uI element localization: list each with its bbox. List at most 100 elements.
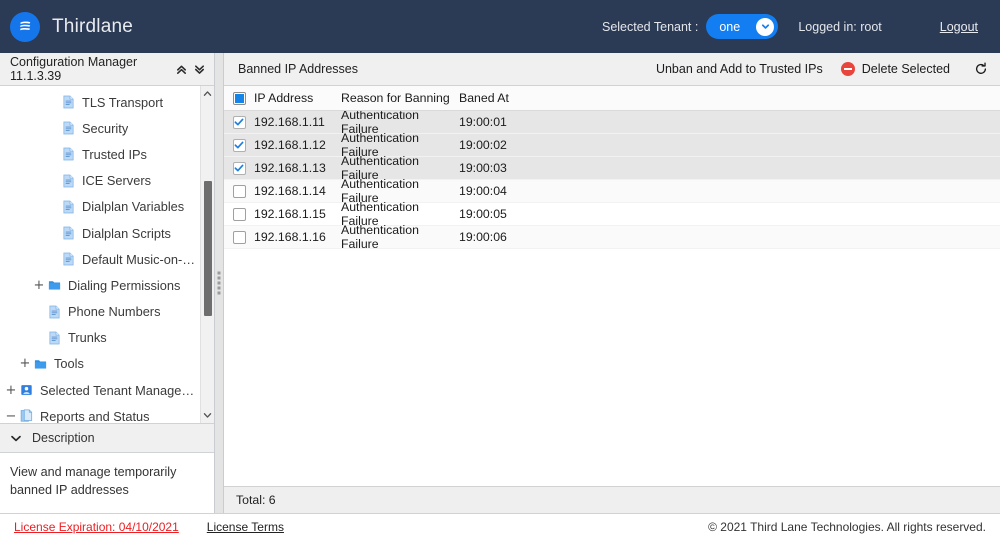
toolbar-actions: Unban and Add to Trusted IPs Delete Sele…	[638, 60, 990, 78]
grid-header-row: IP Address Reason for Banning Baned At	[224, 86, 1000, 111]
sidebar-tree-item[interactable]: Security	[0, 115, 200, 141]
table-row[interactable]: 192.168.1.16 Authentication Failure 19:00:…	[224, 223, 1000, 251]
logout-link[interactable]: Logout	[940, 20, 978, 34]
scrollbar-thumb[interactable]	[204, 181, 212, 316]
selected-tenant-label: Selected Tenant :	[601, 19, 699, 34]
sidebar-tree-item-label: ICE Servers	[82, 173, 151, 189]
sidebar-header: Configuration Manager 11.1.3.39	[0, 53, 214, 86]
sidebar-tree-item-label: Phone Numbers	[68, 304, 161, 320]
cell-ip-address: 192.168.1.13	[254, 161, 326, 175]
main-content-panel: Banned IP Addresses Unban and Add to Tru…	[224, 53, 1000, 513]
tree-expander-toggle[interactable]: +	[32, 279, 46, 292]
pages-icon	[18, 409, 35, 423]
refresh-button[interactable]	[972, 60, 990, 78]
description-text: View and manage temporarily banned IP ad…	[0, 453, 214, 513]
folder-icon	[46, 278, 63, 292]
page-icon	[60, 200, 77, 214]
sidebar-tree-item-label: Selected Tenant Management	[40, 382, 196, 398]
sidebar-tree-item-label: Dialplan Scripts	[82, 225, 171, 241]
cell-ip-address: 192.168.1.11	[254, 115, 325, 129]
license-expiration-link[interactable]: License Expiration: 04/10/2021	[14, 520, 179, 534]
page-icon	[60, 147, 77, 161]
column-header-baned-at[interactable]: Baned At	[459, 91, 1000, 105]
top-header-bar: Thirdlane Selected Tenant : one Logged i…	[0, 0, 1000, 53]
sidebar-tree-item[interactable]: TLS Transport	[0, 89, 200, 115]
brand-title: Thirdlane	[52, 15, 134, 37]
sidebar-tree-item-label: Dialplan Variables	[82, 199, 185, 215]
sidebar-tree-item[interactable]: Default Music-on-Hold	[0, 246, 200, 272]
description-panel-header[interactable]: Description	[0, 423, 214, 453]
tree-expander-toggle[interactable]: −	[4, 410, 18, 423]
row-checkbox-cell[interactable]	[224, 161, 254, 175]
drag-grip-icon	[217, 271, 221, 295]
sidebar-tree-item-label: Default Music-on-Hold	[82, 251, 196, 267]
copyright-text: © 2021 Third Lane Technologies. All righ…	[708, 519, 986, 534]
sidebar-tree-item[interactable]: Phone Numbers	[0, 299, 200, 325]
panel-splitter[interactable]	[215, 53, 224, 513]
brand-area: Thirdlane	[0, 11, 134, 42]
row-checkbox[interactable]	[232, 161, 246, 175]
sidebar-tree-item[interactable]: Trusted IPs	[0, 141, 200, 167]
cell-baned-at: 19:00:06	[459, 230, 507, 244]
logged-in-user: Logged in: root	[798, 19, 882, 34]
column-header-reason-for-banning[interactable]: Reason for Banning	[341, 91, 459, 105]
body-container: Configuration Manager 11.1.3.39 TLS Tran…	[0, 53, 1000, 513]
select-all-checkbox-cell[interactable]	[224, 91, 254, 105]
sidebar-tree-area: TLS Transport Security Trusted IPs ICE Serv…	[0, 86, 214, 423]
sidebar-panel: Configuration Manager 11.1.3.39 TLS Tran…	[0, 53, 215, 513]
tree-expander-toggle[interactable]: +	[18, 357, 32, 370]
sidebar-tree-item[interactable]: ICE Servers	[0, 168, 200, 194]
row-checkbox[interactable]	[232, 184, 246, 198]
double-chevron-down-icon[interactable]	[190, 59, 208, 79]
row-checkbox-cell[interactable]	[224, 230, 254, 244]
page-icon	[60, 95, 77, 109]
description-panel-title: Description	[32, 431, 95, 445]
sidebar-tree-item[interactable]: Trunks	[0, 325, 200, 351]
sidebar-tree-item[interactable]: Dialplan Variables	[0, 194, 200, 220]
thirdlane-wave-logo-icon	[10, 11, 40, 42]
page-icon	[46, 305, 63, 319]
row-checkbox-cell[interactable]	[224, 184, 254, 198]
tree-expander-toggle[interactable]: +	[4, 384, 18, 397]
sidebar-scrollbar[interactable]	[200, 86, 214, 423]
select-all-checkbox[interactable]	[232, 91, 246, 105]
chevron-down-icon	[756, 17, 775, 36]
cell-baned-at: 19:00:04	[459, 184, 507, 198]
sidebar-tree-item-label: Dialing Permissions	[68, 277, 181, 293]
cell-ip-address: 192.168.1.15	[254, 207, 326, 221]
row-checkbox[interactable]	[232, 138, 246, 152]
license-terms-link[interactable]: License Terms	[207, 520, 284, 534]
sidebar-tree-item-label: Trunks	[68, 330, 107, 346]
delete-selected-button[interactable]: Delete Selected	[840, 62, 950, 76]
grid-footer: Total: 6	[224, 486, 1000, 513]
tenant-selected-value: one	[719, 19, 741, 34]
sidebar-tree-item[interactable]: Dialplan Scripts	[0, 220, 200, 246]
page-icon	[60, 121, 77, 135]
sidebar-tree-item[interactable]: + Tools	[0, 351, 200, 377]
content-toolbar: Banned IP Addresses Unban and Add to Tru…	[224, 53, 1000, 86]
row-checkbox-cell[interactable]	[224, 207, 254, 221]
unban-and-add-to-trusted-ips-button[interactable]: Unban and Add to Trusted IPs	[656, 62, 823, 76]
cell-baned-at: 19:00:01	[459, 115, 507, 129]
page-icon	[60, 174, 77, 188]
row-checkbox-cell[interactable]	[224, 115, 254, 129]
tenant-selector-dropdown[interactable]: one	[706, 14, 779, 39]
row-checkbox-cell[interactable]	[224, 138, 254, 152]
cell-baned-at: 19:00:03	[459, 161, 507, 175]
row-checkbox[interactable]	[232, 230, 246, 244]
page-icon	[46, 331, 63, 345]
row-checkbox[interactable]	[232, 115, 246, 129]
chevron-down-icon	[10, 434, 32, 443]
double-chevron-up-icon[interactable]	[172, 59, 190, 79]
cell-ip-address: 192.168.1.14	[254, 184, 326, 198]
scroll-down-arrow-icon[interactable]	[201, 408, 214, 423]
sidebar-tree-item-label: Reports and Status	[40, 408, 150, 423]
sidebar-tree-item[interactable]: + Selected Tenant Management	[0, 377, 200, 403]
column-header-ip-address[interactable]: IP Address	[254, 91, 341, 105]
scroll-up-arrow-icon[interactable]	[201, 86, 214, 101]
sidebar-tree-item[interactable]: + Dialing Permissions	[0, 272, 200, 298]
sidebar-tree-item[interactable]: − Reports and Status	[0, 403, 200, 423]
row-checkbox[interactable]	[232, 207, 246, 221]
cell-ip-address: 192.168.1.12	[254, 138, 326, 152]
navigation-tree: TLS Transport Security Trusted IPs ICE Serv…	[0, 86, 200, 423]
